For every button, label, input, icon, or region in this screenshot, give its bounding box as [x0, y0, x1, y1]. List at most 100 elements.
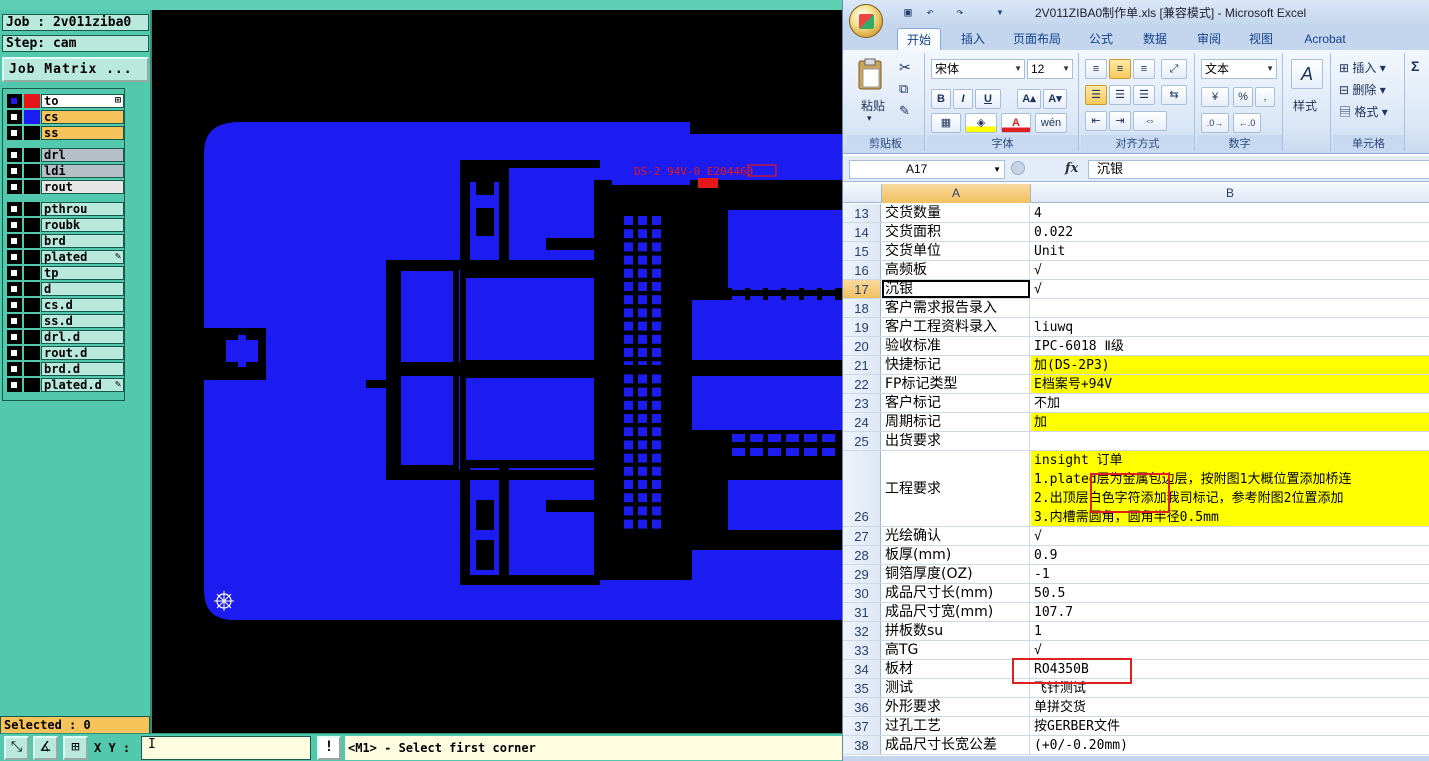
wrap-text-button[interactable]: ⇆: [1161, 85, 1187, 105]
cell-a[interactable]: 板厚(mm): [882, 546, 1030, 564]
shrink-font-button[interactable]: A▾: [1043, 89, 1067, 109]
cell-a[interactable]: 高频板: [882, 261, 1030, 279]
save-icon[interactable]: ▣: [901, 5, 915, 19]
layer-color-swatch[interactable]: [24, 314, 40, 328]
orientation-button[interactable]: ⤢: [1161, 59, 1187, 79]
cell-a[interactable]: 成品尺寸长(mm): [882, 584, 1030, 602]
layer-row[interactable]: roubk: [5, 217, 124, 233]
align-bottom-button[interactable]: ≡: [1133, 59, 1155, 79]
layer-color-swatch[interactable]: [24, 202, 40, 216]
cell-a[interactable]: 验收标准: [882, 337, 1030, 355]
cell-a[interactable]: 周期标记: [882, 413, 1030, 431]
styles-icon[interactable]: A: [1291, 59, 1323, 89]
format-painter-icon[interactable]: ✎: [899, 103, 910, 119]
cut-icon[interactable]: ✂: [899, 59, 911, 76]
cell-a[interactable]: 客户工程资料录入: [882, 318, 1030, 336]
row-header[interactable]: 33: [843, 641, 881, 659]
tab-formulas[interactable]: 公式: [1079, 28, 1123, 50]
job-matrix-button[interactable]: Job Matrix ...: [2, 57, 149, 82]
row-header[interactable]: 31: [843, 603, 881, 621]
layer-name[interactable]: brd: [41, 234, 124, 248]
layer-row[interactable]: d: [5, 281, 124, 297]
font-size-select[interactable]: 12 ▼: [1027, 59, 1073, 79]
align-top-button[interactable]: ≡: [1085, 59, 1107, 79]
cell-a[interactable]: 工程要求: [882, 451, 1030, 526]
row-header[interactable]: 29: [843, 565, 881, 583]
font-color-button[interactable]: A: [1001, 113, 1031, 133]
layer-name[interactable]: pthrou: [41, 202, 124, 216]
cell-a[interactable]: 拼板数su: [882, 622, 1030, 640]
row-header[interactable]: 22: [843, 375, 881, 393]
layer-checkbox[interactable]: [7, 94, 22, 108]
layer-checkbox[interactable]: [7, 126, 22, 140]
row-header[interactable]: 25: [843, 432, 881, 450]
layer-name[interactable]: brd.d: [41, 362, 124, 376]
row-header[interactable]: 36: [843, 698, 881, 716]
styles-label[interactable]: 样式: [1293, 97, 1317, 114]
row-header[interactable]: 24: [843, 413, 881, 431]
font-name-select[interactable]: 宋体 ▼: [931, 59, 1025, 79]
row-header[interactable]: 37: [843, 717, 881, 735]
office-button[interactable]: [849, 4, 883, 38]
cell-a[interactable]: 铜箔厚度(OZ): [882, 565, 1030, 583]
delete-cells-button[interactable]: ⊟ 删除 ▾: [1339, 81, 1386, 98]
autosum-icon[interactable]: Σ: [1411, 58, 1419, 74]
row-header[interactable]: 21: [843, 356, 881, 374]
row-header[interactable]: 13: [843, 204, 881, 222]
cell-a[interactable]: 出货要求: [882, 432, 1030, 450]
formula-input[interactable]: 沉银: [1088, 160, 1429, 179]
increase-decimal-button[interactable]: .0→: [1201, 113, 1229, 133]
layer-checkbox[interactable]: [7, 250, 22, 264]
comma-button[interactable]: ,: [1255, 87, 1275, 107]
layer-row[interactable]: drl.d: [5, 329, 124, 345]
layer-color-swatch[interactable]: [24, 94, 40, 108]
layer-name[interactable]: roubk: [41, 218, 124, 232]
cell-b[interactable]: 加: [1031, 413, 1429, 431]
layer-row[interactable]: tp: [5, 265, 124, 281]
layer-name[interactable]: plated ✎: [41, 250, 124, 264]
layer-row[interactable]: ldi: [5, 163, 124, 179]
italic-button[interactable]: I: [953, 89, 973, 109]
row-header[interactable]: 20: [843, 337, 881, 355]
layer-color-swatch[interactable]: [24, 180, 40, 194]
layer-row[interactable]: rout.d: [5, 345, 124, 361]
align-center-button[interactable]: ☰: [1109, 85, 1131, 105]
tab-home[interactable]: 开始: [897, 28, 941, 50]
cell-a[interactable]: 交货数量: [882, 204, 1030, 222]
undo-icon[interactable]: ↶: [923, 5, 937, 19]
layer-color-swatch[interactable]: [24, 164, 40, 178]
layer-checkbox[interactable]: [7, 346, 22, 360]
cell-a[interactable]: 沉银: [882, 280, 1030, 298]
layer-name[interactable]: cs: [41, 110, 124, 124]
cell-b[interactable]: 1: [1031, 622, 1429, 640]
copy-icon[interactable]: ⧉: [899, 81, 908, 97]
cell-a[interactable]: 测试: [882, 679, 1030, 697]
layer-color-swatch[interactable]: [24, 330, 40, 344]
cell-b[interactable]: √: [1031, 527, 1429, 545]
cell-b[interactable]: liuwq: [1031, 318, 1429, 336]
row-header[interactable]: 17: [843, 280, 881, 298]
layer-name[interactable]: to ⊞: [41, 94, 124, 108]
layer-color-swatch[interactable]: [24, 298, 40, 312]
layer-color-swatch[interactable]: [24, 282, 40, 296]
cell-a[interactable]: 快捷标记: [882, 356, 1030, 374]
tab-page-layout[interactable]: 页面布局: [1005, 28, 1069, 50]
cell-b[interactable]: 按GERBER文件: [1031, 717, 1429, 735]
underline-button[interactable]: U: [975, 89, 1001, 109]
insert-cells-button[interactable]: ⊞ 插入 ▾: [1339, 59, 1386, 76]
cell-b[interactable]: -1: [1031, 565, 1429, 583]
layer-checkbox[interactable]: [7, 110, 22, 124]
measure-icon[interactable]: ∡: [33, 736, 58, 760]
cell-b[interactable]: 不加: [1031, 394, 1429, 412]
align-left-button[interactable]: ☰: [1085, 85, 1107, 105]
align-right-button[interactable]: ☰: [1133, 85, 1155, 105]
insert-function-icon[interactable]: fx: [1065, 161, 1078, 176]
row-header[interactable]: 38: [843, 736, 881, 754]
layer-row[interactable]: cs: [5, 109, 124, 125]
layer-color-swatch[interactable]: [24, 362, 40, 376]
column-header-a[interactable]: A: [882, 184, 1031, 203]
cell-a[interactable]: 板材: [882, 660, 1030, 678]
layer-color-swatch[interactable]: [24, 250, 40, 264]
row-header[interactable]: 26: [843, 451, 881, 526]
fill-color-button[interactable]: ◈: [965, 113, 997, 133]
